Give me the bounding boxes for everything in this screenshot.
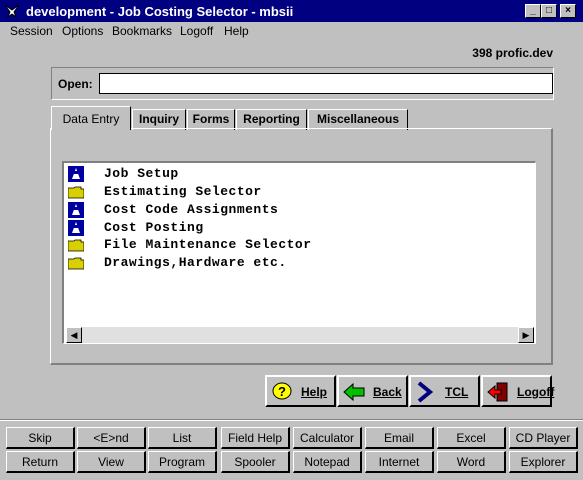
list-item-label: Cost Code Assignments [104, 202, 279, 217]
logoff-button[interactable]: Logoff [481, 375, 555, 407]
program-icon [68, 220, 84, 236]
program-button[interactable]: Program [148, 451, 217, 473]
help-button[interactable]: ? Help [265, 375, 336, 407]
list-item-label: Cost Posting [104, 220, 204, 235]
back-label: Back [373, 385, 402, 399]
close-button[interactable]: × [560, 4, 576, 18]
tab-data-entry[interactable]: Data Entry [51, 106, 131, 130]
window-title: development - Job Costing Selector - mbs… [26, 4, 294, 19]
main-window: development - Job Costing Selector - mbs… [0, 0, 583, 480]
back-arrow-icon [343, 382, 365, 402]
end-button[interactable]: <E>nd [77, 427, 146, 449]
email-button[interactable]: Email [365, 427, 434, 449]
open-label: Open: [58, 77, 93, 91]
horizontal-scrollbar[interactable]: ◀ ▶ [66, 327, 534, 343]
maximize-icon: □ [545, 5, 553, 16]
menu-logoff[interactable]: Logoff [180, 24, 213, 38]
tab-reporting[interactable]: Reporting [236, 109, 307, 130]
toolbar-divider [0, 419, 583, 421]
list-item-label: Drawings,Hardware etc. [104, 255, 287, 270]
word-button[interactable]: Word [437, 451, 506, 473]
folder-icon [68, 239, 84, 252]
list-item-label: File Maintenance Selector [104, 237, 312, 252]
menu-help[interactable]: Help [224, 24, 249, 38]
connection-label: 398 profic.dev [472, 46, 553, 60]
list-item-label: Estimating Selector [104, 184, 262, 199]
list-item-label: Job Setup [104, 166, 179, 181]
tab-inquiry[interactable]: Inquiry [132, 109, 186, 130]
scroll-left-icon[interactable]: ◀ [66, 327, 82, 343]
excel-button[interactable]: Excel [437, 427, 506, 449]
program-icon [68, 166, 84, 182]
field-help-button[interactable]: Field Help [221, 427, 290, 449]
spooler-button[interactable]: Spooler [221, 451, 290, 473]
view-button[interactable]: View [77, 451, 146, 473]
menu-options[interactable]: Options [62, 24, 103, 38]
cd-player-button[interactable]: CD Player [509, 427, 578, 449]
open-input[interactable] [99, 73, 553, 94]
app-icon[interactable] [4, 3, 20, 19]
menu-bookmarks[interactable]: Bookmarks [112, 24, 172, 38]
folder-icon [68, 257, 84, 270]
help-label: Help [301, 385, 328, 399]
logoff-icon [487, 382, 508, 402]
logoff-label: Logoff [517, 385, 555, 399]
tcl-button[interactable]: TCL [409, 375, 480, 407]
list-button[interactable]: List [148, 427, 217, 449]
calculator-button[interactable]: Calculator [293, 427, 362, 449]
back-button[interactable]: Back [337, 375, 408, 407]
menu-bar: Session Options Bookmarks Logoff Help [0, 22, 583, 41]
minimize-button[interactable]: _ [525, 4, 541, 18]
folder-icon [68, 186, 84, 199]
selector-list[interactable]: Job Setup Estimating Selector Cost Code … [62, 161, 536, 344]
tcl-label: TCL [445, 385, 469, 399]
tcl-icon [417, 381, 434, 403]
menu-session[interactable]: Session [10, 24, 53, 38]
close-icon: × [565, 5, 571, 16]
svg-text:?: ? [278, 384, 286, 399]
program-icon [68, 202, 84, 218]
tab-miscellaneous[interactable]: Miscellaneous [308, 109, 408, 130]
skip-button[interactable]: Skip [6, 427, 75, 449]
return-button[interactable]: Return [6, 451, 75, 473]
notepad-button[interactable]: Notepad [293, 451, 362, 473]
help-icon: ? [272, 382, 292, 400]
internet-button[interactable]: Internet [365, 451, 434, 473]
scroll-right-icon[interactable]: ▶ [518, 327, 534, 343]
tab-forms[interactable]: Forms [187, 109, 235, 130]
title-bar[interactable]: development - Job Costing Selector - mbs… [0, 0, 583, 22]
minimize-icon: _ [530, 5, 536, 16]
maximize-button[interactable]: □ [541, 4, 557, 18]
explorer-button[interactable]: Explorer [509, 451, 578, 473]
